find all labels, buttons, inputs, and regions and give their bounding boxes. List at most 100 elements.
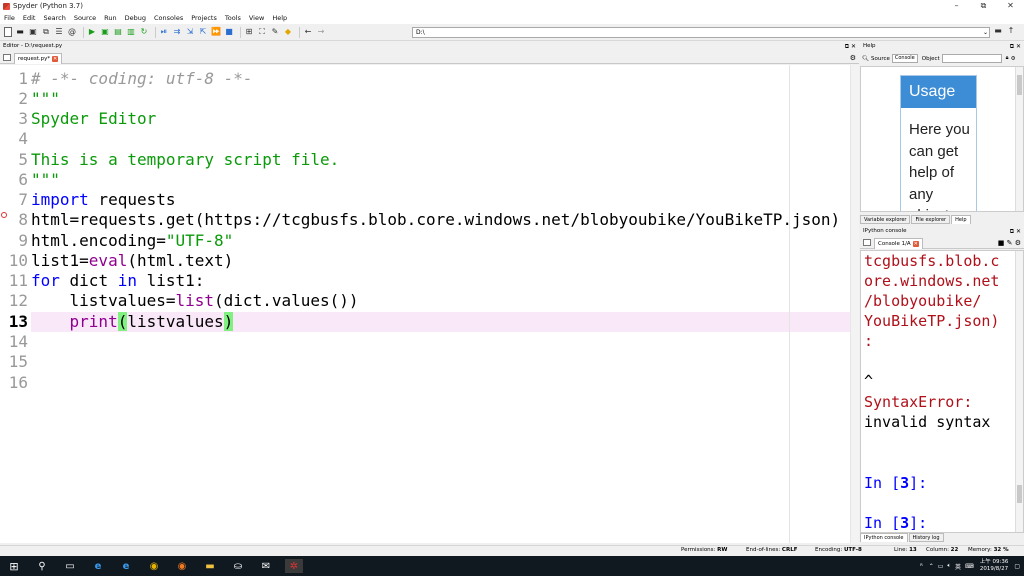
menu-help[interactable]: Help (272, 14, 287, 22)
run-cell-advance-icon[interactable]: ▤ (113, 27, 123, 37)
debug-icon[interactable]: ⏯ (159, 27, 169, 37)
edge-browser-icon[interactable]: e (89, 559, 107, 573)
spyder-taskbar-icon[interactable]: ✲ (285, 559, 303, 573)
menu-search[interactable]: Search (43, 14, 65, 22)
editor-tab-request[interactable]: request.py* ✕ (14, 53, 63, 64)
tray-up-chevron-icon[interactable]: ⌃ (929, 563, 934, 570)
console-actions-icons[interactable]: ■ ✎ ⚙ (998, 239, 1021, 247)
network-icon[interactable]: ▭ (938, 563, 944, 570)
maximize-pane-icon[interactable]: ⊞ (244, 27, 254, 37)
keyboard-icon[interactable]: ⌨ (965, 563, 974, 570)
browse-tabs-icon[interactable] (3, 54, 11, 61)
spyder-app-icon (3, 2, 10, 10)
chevron-down-icon[interactable]: ⌄ (983, 28, 988, 37)
close-button[interactable]: ✕ (997, 0, 1024, 12)
chrome-icon[interactable]: ◉ (145, 559, 163, 573)
run-selection-icon[interactable]: ▥ (126, 27, 136, 37)
menu-run[interactable]: Run (104, 14, 116, 22)
console-scrollbar[interactable] (1015, 251, 1023, 532)
search-icon[interactable]: ⚲ (33, 559, 51, 573)
console-prompt: In [3]: (864, 474, 928, 492)
gear-icon[interactable]: ⚙ (1011, 56, 1016, 62)
clock[interactable]: 上午 09:36 2019/8/27 (980, 559, 1009, 573)
continue-icon[interactable]: ⏩ (211, 27, 221, 37)
fullscreen-icon[interactable]: ⛶ (257, 27, 267, 37)
tab-history-log[interactable]: History log (908, 533, 944, 542)
save-icon[interactable]: ▣ (28, 27, 38, 37)
notification-icon[interactable]: ▢ (1014, 563, 1020, 570)
lock-icon[interactable]: 🔒︎ (1006, 55, 1009, 62)
menu-bar: File Edit Search Source Run Debug Consol… (0, 12, 1024, 24)
menu-consoles[interactable]: Consoles (154, 14, 183, 22)
code-line-current: print(listvalues) (69, 312, 234, 331)
tab-help[interactable]: Help (951, 215, 971, 224)
file-explorer-icon[interactable]: ▬ (201, 559, 219, 573)
parent-directory-icon[interactable]: ↑ (1006, 26, 1016, 36)
working-directory-input[interactable]: D:\ ⌄ (412, 27, 990, 38)
run-icon[interactable]: ▶ (87, 27, 97, 37)
stop-debug-icon[interactable]: ■ (224, 27, 234, 37)
close-tab-icon[interactable]: ✕ (52, 56, 59, 62)
open-file-icon[interactable]: ▬ (15, 27, 25, 37)
run-cell-icon[interactable]: ▣ (100, 27, 110, 37)
console-tab[interactable]: Console 1/A ✕ (874, 238, 923, 249)
browse-tabs-icon[interactable] (863, 239, 871, 246)
console-output-line: YouBikeTP.json) (864, 312, 1000, 330)
store-icon[interactable]: ⛀ (229, 559, 247, 573)
tab-file-explorer[interactable]: File explorer (911, 215, 951, 224)
back-icon[interactable]: ← (303, 27, 313, 37)
browse-folder-icon[interactable]: ▬ (993, 26, 1003, 36)
ipython-console[interactable]: tcgbusfs.blob.c ore.windows.net /blobyou… (860, 250, 1024, 533)
at-icon[interactable]: @ (67, 27, 77, 37)
step-return-icon[interactable]: ⇱ (198, 27, 208, 37)
rerun-icon[interactable]: ↻ (139, 27, 149, 37)
windows-start-icon[interactable]: ⊞ (5, 559, 23, 573)
menu-file[interactable]: File (4, 14, 15, 22)
tab-ipython-console[interactable]: IPython console (860, 533, 908, 542)
code-editor[interactable]: 1 2 3 4 5 6 7 8 9 10 11 12 13 14 15 16 #… (0, 65, 859, 543)
menu-projects[interactable]: Projects (191, 14, 217, 22)
menu-edit[interactable]: Edit (23, 14, 36, 22)
source-select[interactable]: Console (891, 54, 918, 63)
ime-indicator[interactable]: 英 (955, 562, 961, 571)
help-toolbar: 🔍︎ Source Console Object 🔒︎ ⚙ (860, 52, 1024, 65)
menu-tools[interactable]: Tools (225, 14, 241, 22)
step-into-icon[interactable]: ⇲ (185, 27, 195, 37)
options-gear-icon[interactable]: ⚙ (850, 54, 856, 62)
menu-source[interactable]: Source (74, 14, 96, 22)
python-path-icon[interactable]: ◆ (283, 27, 293, 37)
pane-undock-close-icons[interactable]: ⧉ ✕ (845, 42, 856, 51)
forward-icon[interactable]: → (316, 27, 326, 37)
search-icon[interactable]: 🔍︎ (862, 56, 869, 62)
list-icon[interactable]: ☰ (54, 27, 64, 37)
pane-undock-close-icons[interactable]: ⧉ ✕ (1010, 227, 1021, 236)
ie-browser-icon[interactable]: e (117, 559, 135, 573)
line-number: 5 (18, 150, 28, 169)
code-line: This is a temporary script file. (31, 150, 340, 169)
save-all-icon[interactable]: ⧉ (41, 27, 51, 37)
maximize-button[interactable]: ⧉ (970, 0, 997, 12)
minimize-button[interactable]: – (943, 0, 970, 12)
firefox-icon[interactable]: ◉ (173, 559, 191, 573)
code-line: for dict in list1: (31, 271, 205, 290)
menu-view[interactable]: View (249, 14, 264, 22)
mail-icon[interactable]: ✉ (257, 559, 275, 573)
tab-variable-explorer[interactable]: Variable explorer (860, 215, 911, 224)
object-input[interactable] (941, 54, 1002, 63)
new-file-icon[interactable] (4, 27, 12, 37)
help-scrollbar[interactable] (1015, 67, 1023, 211)
close-tab-icon[interactable]: ✕ (912, 241, 919, 247)
editor-scrollbar[interactable] (850, 65, 859, 543)
right-top-tabs: Variable explorer File explorer Help (860, 212, 1024, 224)
code-line: """ (31, 89, 60, 108)
task-view-icon[interactable]: ▭ (61, 559, 79, 573)
code-line: # -*- coding: utf-8 -*- (31, 69, 253, 88)
menu-debug[interactable]: Debug (125, 14, 146, 22)
volume-icon[interactable]: 🔈︎ (947, 562, 951, 570)
status-permissions: Permissions: RW (681, 547, 728, 553)
step-icon[interactable]: ⇉ (172, 27, 182, 37)
code-area[interactable]: # -*- coding: utf-8 -*- """ Spyder Edito… (31, 65, 850, 543)
pane-undock-close-icons[interactable]: ⧉ ✕ (1010, 42, 1021, 51)
preferences-icon[interactable]: ✎ (270, 27, 280, 37)
people-icon[interactable]: ᴿ (920, 563, 923, 570)
